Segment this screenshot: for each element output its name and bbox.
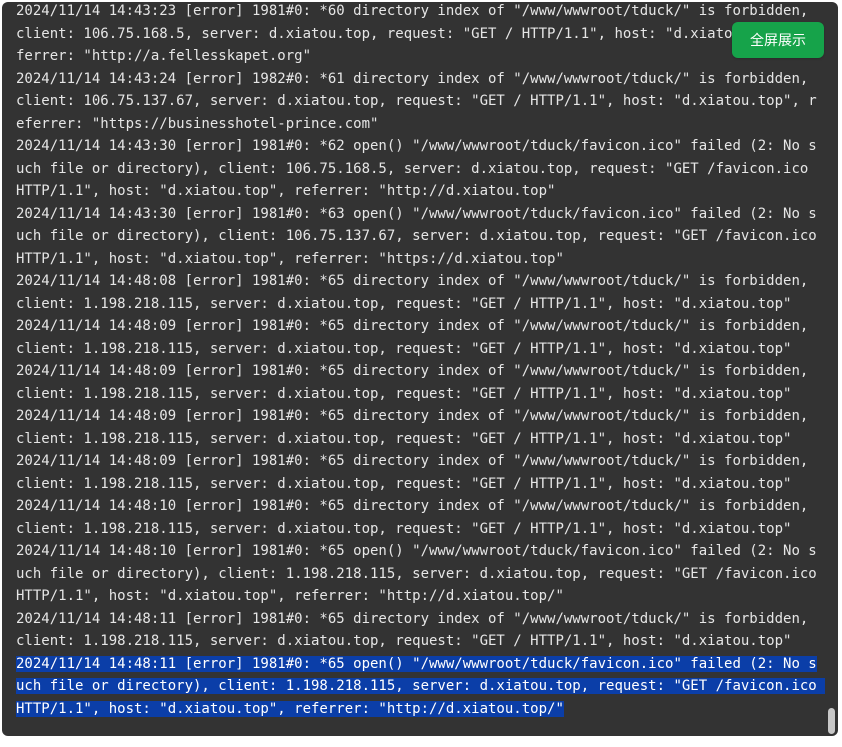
log-entry-text: 2024/11/14 14:48:10 [error] 1981#0: *65 … <box>16 498 817 537</box>
log-entry-text: 2024/11/14 14:48:08 [error] 1981#0: *65 … <box>16 273 817 312</box>
log-viewer[interactable]: 2024/11/14 14:43:23 [error] 1981#0: *60 … <box>2 2 838 736</box>
log-entry-text: 2024/11/14 14:48:09 [error] 1981#0: *65 … <box>16 453 817 492</box>
scrollbar-track[interactable] <box>826 4 836 734</box>
log-entry: 2024/11/14 14:48:08 [error] 1981#0: *65 … <box>16 270 822 315</box>
log-entry-text: 2024/11/14 14:48:11 [error] 1981#0: *65 … <box>16 655 826 717</box>
log-entry: 2024/11/14 14:48:09 [error] 1981#0: *65 … <box>16 360 822 405</box>
log-entry-text: 2024/11/14 14:43:23 [error] 1981#0: *60 … <box>16 3 817 64</box>
log-entry: 2024/11/14 14:43:23 [error] 1981#0: *60 … <box>16 2 822 68</box>
log-entry: 2024/11/14 14:43:24 [error] 1982#0: *61 … <box>16 68 822 136</box>
log-entry: 2024/11/14 14:48:10 [error] 1981#0: *65 … <box>16 540 822 608</box>
log-entry: 2024/11/14 14:48:09 [error] 1981#0: *65 … <box>16 315 822 360</box>
log-content: 2024/11/14 14:43:23 [error] 1981#0: *60 … <box>16 2 826 721</box>
log-entry-text: 2024/11/14 14:48:11 [error] 1981#0: *65 … <box>16 610 817 650</box>
scrollbar-thumb[interactable] <box>828 708 835 734</box>
fullscreen-button[interactable]: 全屏展示 <box>732 22 824 58</box>
log-entry: 2024/11/14 14:48:09 [error] 1981#0: *65 … <box>16 450 822 495</box>
log-entry-text: 2024/11/14 14:43:24 [error] 1982#0: *61 … <box>16 70 817 132</box>
log-entry: 2024/11/14 14:48:10 [error] 1981#0: *65 … <box>16 495 822 540</box>
log-entry-text: 2024/11/14 14:43:30 [error] 1981#0: *62 … <box>16 138 817 199</box>
log-entry-text: 2024/11/14 14:48:09 [error] 1981#0: *65 … <box>16 318 817 357</box>
log-entry: 2024/11/14 14:48:11 [error] 1981#0: *65 … <box>16 608 822 653</box>
log-entry: 2024/11/14 14:43:30 [error] 1981#0: *62 … <box>16 135 822 203</box>
log-entry-text: 2024/11/14 14:43:30 [error] 1981#0: *63 … <box>16 205 826 267</box>
log-entry-text: 2024/11/14 14:48:09 [error] 1981#0: *65 … <box>16 363 817 402</box>
log-entry: 2024/11/14 14:43:30 [error] 1981#0: *63 … <box>16 203 822 271</box>
log-entry-text: 2024/11/14 14:48:09 [error] 1981#0: *65 … <box>16 408 817 447</box>
log-entry: 2024/11/14 14:48:11 [error] 1981#0: *65 … <box>16 653 826 721</box>
log-entry: 2024/11/14 14:48:09 [error] 1981#0: *65 … <box>16 405 822 450</box>
log-entry-text: 2024/11/14 14:48:10 [error] 1981#0: *65 … <box>16 543 826 604</box>
